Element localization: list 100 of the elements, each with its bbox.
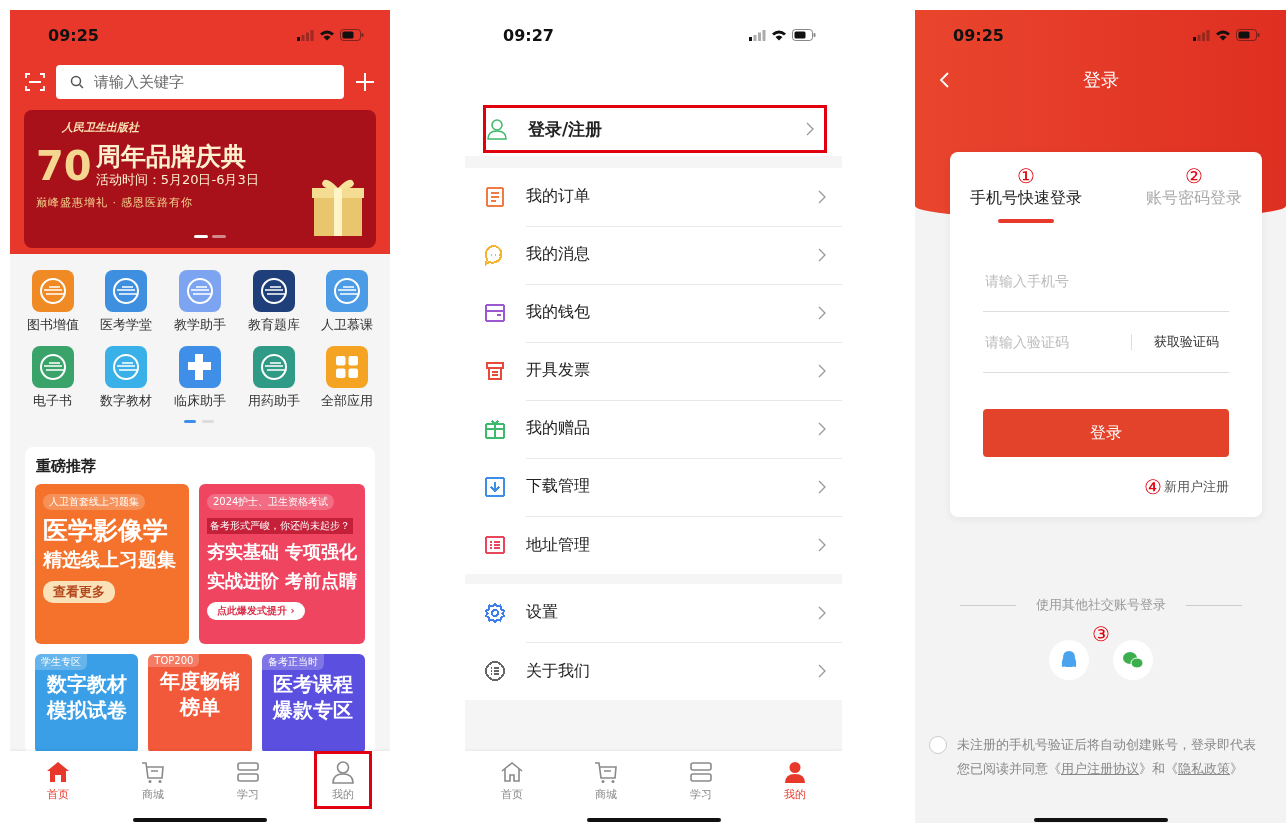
section-title: 重磅推荐 [36, 457, 97, 476]
tab-bar-item[interactable]: 我的 [765, 751, 824, 809]
phone-input[interactable]: 请输入手机号 [983, 272, 1229, 290]
login-tab[interactable]: ② 账号密码登录 [1146, 166, 1242, 223]
menu-label: 关于我们 [526, 660, 591, 682]
tab-bar-item[interactable]: 我的 [313, 751, 372, 809]
app-label[interactable]: 数字教材 [100, 393, 153, 410]
promo-tag: 备考正当时 [261, 654, 324, 670]
menu-label: 我的钱包 [526, 302, 591, 323]
menu-label: 开具发票 [526, 360, 591, 381]
promo-note: 备考形式严峻，你还尚未起步？ [206, 518, 353, 534]
app-label[interactable]: 全部应用 [321, 393, 374, 410]
register-link[interactable]: 新用户注册 [1164, 478, 1229, 496]
menu-item[interactable]: 我的订单 [465, 168, 842, 226]
agreement-text: 未注册的手机号验证后将自动创建账号，登录即代表您已阅读并同意《用户注册协议》和《隐私政策》 [957, 736, 1257, 778]
app-label[interactable]: 图书增值 [26, 317, 79, 334]
app-label[interactable]: 教学助手 [174, 317, 226, 334]
app-label[interactable]: 电子书 [33, 393, 73, 410]
social-login-label: 使用其他社交账号登录 [1035, 597, 1166, 614]
tab-bar-item[interactable]: 学习 [671, 751, 730, 809]
person-icon [329, 758, 356, 785]
page-dots [184, 420, 216, 423]
banner-headline: 周年品牌庆典 [95, 143, 247, 171]
chevron-right-icon [806, 122, 814, 136]
signal-icon [1193, 29, 1210, 41]
chevron-right-icon [818, 664, 826, 678]
agree-checkbox[interactable] [929, 736, 947, 754]
app-label[interactable]: 人卫慕课 [321, 317, 374, 334]
annotation-number: ① [1017, 166, 1035, 186]
login-tab[interactable]: ① 手机号快速登录 [970, 166, 1082, 223]
promo-card[interactable]: 2024护士、卫生资格考试 备考形式严峻，你还尚未起步？ 夯实基础 专项强化 实战进阶 考前点睛 点此爆发式提升 › [198, 484, 365, 644]
app-label[interactable]: 教育题库 [247, 317, 300, 334]
login-button[interactable]: 登录 [983, 409, 1229, 457]
status-time: 09:25 [48, 25, 99, 45]
menu-item[interactable]: 我的消息 [465, 226, 842, 284]
back-icon[interactable] [939, 72, 949, 88]
promo-button[interactable]: 点此爆发式提升 › [206, 602, 305, 620]
menu-item[interactable]: 关于我们 [465, 642, 842, 700]
chevron-right-icon [818, 479, 826, 494]
add-icon[interactable] [354, 71, 376, 93]
promo-headline: 模拟试卷 [46, 698, 127, 722]
menu-item[interactable]: 设置 [465, 584, 842, 642]
promo-headline: 实战进阶 考前点睛 [206, 571, 357, 592]
search-field[interactable]: 请输入关键字 [56, 65, 344, 99]
login-register-row[interactable]: 登录/注册 [483, 105, 827, 153]
tab-bar-item[interactable]: 首页 [483, 751, 542, 809]
search-icon [70, 75, 84, 89]
divider-line [1185, 605, 1242, 606]
promo-headline: 医学影像学 [43, 516, 168, 546]
divider-line [959, 605, 1016, 606]
promo-tag: TOP200 [148, 654, 200, 667]
tab-underline [998, 219, 1054, 223]
carousel-dots [194, 235, 226, 238]
annotation-number: ④ [1144, 477, 1162, 497]
chevron-right-icon [818, 247, 826, 262]
promo-tag: 人卫首套线上习题集 [43, 494, 145, 510]
tab-bar-item[interactable]: 学习 [218, 751, 277, 809]
promo-card[interactable]: 人卫首套线上习题集 医学影像学 精选线上习题集 查看更多 [35, 484, 189, 644]
menu-item[interactable]: 我的钱包 [465, 284, 842, 342]
menu-label: 我的订单 [526, 186, 591, 207]
menu-label: 下载管理 [526, 476, 591, 497]
promo-headline: 精选线上习题集 [43, 548, 176, 571]
anniversary-number: 70 [36, 145, 92, 186]
annotation-number: ② [1185, 166, 1203, 186]
chat-bubbles-icon[interactable] [1112, 640, 1153, 680]
menu-item[interactable]: 开具发票 [465, 342, 842, 400]
app-label[interactable]: 医考学堂 [100, 317, 153, 334]
menu-label: 地址管理 [526, 534, 591, 556]
battery-icon [1236, 29, 1260, 41]
promo-headline: 数字教材 [46, 672, 127, 696]
code-input[interactable]: 请输入验证码 [983, 333, 1131, 351]
banner-slogan: 巅峰盛惠增礼 · 感恩医路有你 [36, 194, 195, 210]
app-label[interactable]: 临床助手 [174, 393, 226, 410]
qq-penguin-icon[interactable] [1048, 640, 1089, 680]
tab-bar-item[interactable]: 首页 [28, 751, 87, 809]
promo-headline: 榜单 [180, 695, 220, 719]
promo-card[interactable]: 备考正当时 医考课程 爆款专区 [261, 654, 365, 751]
app-label[interactable]: 用药助手 [247, 393, 300, 410]
status-time: 09:27 [503, 25, 554, 45]
app-icon[interactable] [252, 270, 295, 312]
menu-item[interactable]: 我的赠品 [465, 400, 842, 458]
promo-headline: 年度畅销 [160, 669, 240, 693]
chevron-right-icon [818, 605, 826, 620]
battery-icon [792, 29, 816, 41]
tab-bar-item[interactable]: 商城 [123, 751, 182, 809]
annotation-number: ③ [1091, 624, 1110, 644]
menu-item[interactable]: 下载管理 [465, 458, 842, 516]
tab-label: 手机号快速登录 [970, 188, 1082, 209]
menu-item[interactable]: 地址管理 [465, 516, 842, 574]
signal-icon [749, 29, 766, 41]
chevron-right-icon [818, 189, 826, 204]
tab-bar-item[interactable]: 商城 [577, 751, 636, 809]
promo-button[interactable]: 查看更多 [43, 580, 115, 603]
status-time: 09:25 [953, 25, 1004, 45]
scan-icon[interactable] [24, 71, 46, 93]
battery-icon [340, 29, 364, 41]
page-title: 登录 [1082, 68, 1119, 92]
promo-headline: 医考课程 [273, 672, 354, 696]
wifi-icon [1215, 29, 1231, 41]
get-code-button[interactable]: 获取验证码 [1154, 333, 1229, 351]
